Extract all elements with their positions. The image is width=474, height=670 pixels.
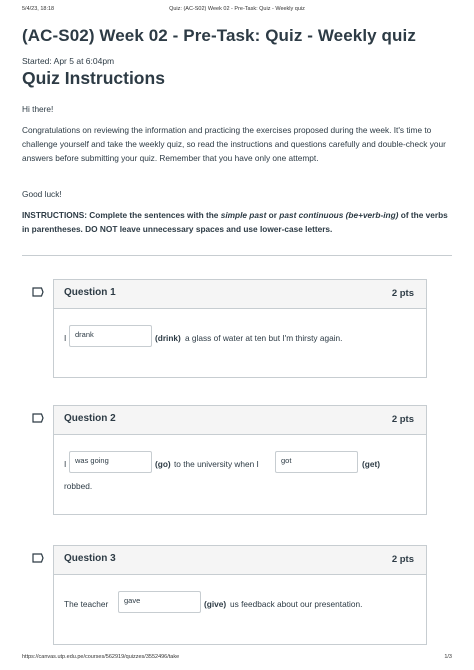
question-header: Question 3 2 pts [54,546,426,575]
print-url: https://canvas.utp.edu.pe/courses/562919… [22,654,180,660]
print-footer: https://canvas.utp.edu.pe/courses/562919… [22,654,452,664]
question-points: 2 pts [391,414,414,425]
question-text: The teacher [64,599,109,609]
greeting-text: Hi there! [22,104,54,114]
verb-hint: (give) [204,599,227,609]
started-timestamp: Started: Apr 5 at 6:04pm [22,56,115,66]
verb-hint: (get) [362,459,380,469]
verb-hint: (go) [155,459,171,469]
print-header: 5/4/23, 18:18 Quiz: (AC-S02) Week 02 - P… [22,6,452,16]
print-doc-title: Quiz: (AC-S02) Week 02 - Pre-Task: Quiz … [169,6,305,12]
question-text: I [64,459,67,469]
flag-question-icon[interactable] [32,413,44,423]
instructions-label: INSTRUCTIONS: [22,210,87,220]
flag-question-icon[interactable] [32,553,44,563]
instructions-part2: or [266,210,280,220]
intro-text: Congratulations on reviewing the informa… [22,125,446,163]
good-luck-text: Good luck! [22,189,62,199]
instructions-text: INSTRUCTIONS: Complete the sentences wit… [22,209,450,237]
instructions-em1: simple past [220,210,267,220]
flag-question-icon[interactable] [32,287,44,297]
question-title: Question 3 [64,553,116,564]
answer-input[interactable]: drank [69,325,152,347]
question-header: Question 2 2 pts [54,406,426,435]
question-points: 2 pts [391,554,414,565]
page-title: (AC-S02) Week 02 - Pre-Task: Quiz - Week… [22,26,416,45]
question-2-card: Question 2 2 pts I was going (go) to the… [53,405,427,515]
instructions-heading: Quiz Instructions [22,68,165,88]
question-1-card: Question 1 2 pts I drank (drink) a glass… [53,279,427,378]
answer-input[interactable]: was going [69,451,152,473]
print-page-number: 1/3 [444,654,452,660]
answer-input[interactable]: gave [118,591,201,613]
question-points: 2 pts [391,288,414,299]
verb-hint: (drink) [155,333,181,343]
question-text: robbed. [64,481,93,491]
answer-input[interactable]: got [275,451,358,473]
question-title: Question 2 [64,413,116,424]
question-text: to the university when I [174,459,259,469]
instructions-part1: Complete the sentences with the [87,210,221,220]
question-text: us feedback about our presentation. [230,599,363,609]
question-title: Question 1 [64,287,116,298]
question-text: a glass of water at ten but I'm thirsty … [185,333,343,343]
divider [22,255,452,256]
question-header: Question 1 2 pts [54,280,426,309]
instructions-em2: past continuous (be+verb-ing) [279,210,399,220]
question-text: I [64,333,67,343]
question-3-card: Question 3 2 pts The teacher gave (give)… [53,545,427,645]
